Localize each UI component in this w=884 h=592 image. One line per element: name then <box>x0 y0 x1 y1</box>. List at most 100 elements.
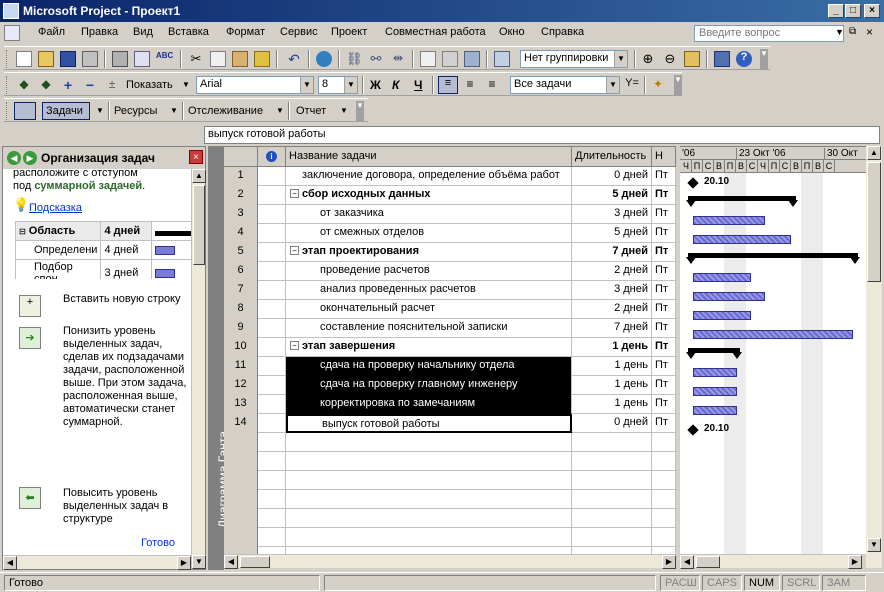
start-cell[interactable]: Пт <box>652 414 676 433</box>
save-icon[interactable] <box>60 51 76 67</box>
row-number[interactable]: 13 <box>224 395 258 414</box>
start-cell[interactable]: Пт <box>652 338 676 357</box>
table-row[interactable] <box>224 547 676 554</box>
row-number[interactable]: 8 <box>224 300 258 319</box>
menu-tools[interactable]: Сервис <box>280 26 318 38</box>
start-cell[interactable]: Пт <box>652 319 676 338</box>
promote-text[interactable]: Повысить уровень выделенных задач в стру… <box>63 487 187 526</box>
menu-project[interactable]: Проект <box>331 26 367 38</box>
maximize-button[interactable]: □ <box>845 4 861 18</box>
indicator-cell[interactable] <box>258 243 286 262</box>
row-number[interactable]: 9 <box>224 319 258 338</box>
scroll-right-icon[interactable]: ▶ <box>662 555 676 569</box>
scroll-thumb[interactable] <box>240 556 270 568</box>
row-number[interactable] <box>224 490 258 509</box>
hyperlink-globe-icon[interactable] <box>316 51 332 67</box>
start-cell[interactable]: Пт <box>652 224 676 243</box>
assign-resources-icon[interactable] <box>464 51 480 67</box>
start-cell[interactable] <box>652 547 676 554</box>
align-center-icon[interactable]: ≡ <box>462 77 478 93</box>
duration-cell[interactable]: 7 дней <box>572 319 652 338</box>
duration-cell[interactable] <box>572 528 652 547</box>
goto-task-icon[interactable] <box>684 51 700 67</box>
tasks-button[interactable]: Задачи <box>42 102 90 120</box>
underline-button[interactable]: Ч <box>414 78 422 92</box>
task-bar[interactable] <box>693 368 737 377</box>
zoom-out-icon[interactable]: ⊖ <box>662 51 678 67</box>
task-bar[interactable] <box>693 387 737 396</box>
task-name-cell[interactable] <box>286 490 572 509</box>
open-icon[interactable] <box>38 51 54 67</box>
indicator-cell[interactable] <box>258 395 286 414</box>
table-row[interactable]: 4 от смежных отделов 5 дней Пт <box>224 224 676 243</box>
row-number[interactable]: 1 <box>224 167 258 186</box>
scroll-thumb[interactable] <box>193 185 205 265</box>
duration-cell[interactable] <box>572 471 652 490</box>
table-row[interactable]: 12 сдача на проверку главному инженеру 1 д… <box>224 376 676 395</box>
task-name-cell[interactable] <box>286 509 572 528</box>
indicator-cell[interactable] <box>258 376 286 395</box>
scroll-down-icon[interactable]: ▼ <box>192 555 206 569</box>
italic-button[interactable]: К <box>392 78 399 92</box>
table-row[interactable]: 2 − сбор исходных данных 5 дней Пт <box>224 186 676 205</box>
task-name-cell[interactable] <box>286 471 572 490</box>
task-name-cell[interactable]: заключение договора, определение объёма … <box>286 167 572 186</box>
chevron-down-icon[interactable]: ▼ <box>300 77 313 93</box>
task-bar[interactable] <box>693 273 751 282</box>
task-name-cell[interactable]: анализ проведенных расчетов <box>286 281 572 300</box>
indicator-cell[interactable] <box>258 338 286 357</box>
indicator-cell[interactable] <box>258 414 286 433</box>
link-tasks-icon[interactable]: ⛓ <box>346 51 363 67</box>
task-name-cell[interactable]: сдача на проверку главному инженеру <box>286 376 572 395</box>
row-number[interactable]: 14 <box>224 414 258 433</box>
collapse-icon[interactable]: − <box>290 341 299 350</box>
restore-doc-icon[interactable]: ⧉ <box>849 26 856 37</box>
task-bar[interactable] <box>693 235 791 244</box>
done-link[interactable]: Готово <box>141 537 175 550</box>
entry-field[interactable]: выпуск готовой работы <box>204 126 880 144</box>
menu-collaborate[interactable]: Совместная работа <box>385 26 486 38</box>
chevron-down-icon[interactable]: ▼ <box>182 80 190 89</box>
scroll-left-icon[interactable]: ◀ <box>680 555 694 569</box>
arrow-right-icon[interactable]: ◆ <box>38 77 54 93</box>
start-cell[interactable] <box>652 433 676 452</box>
scroll-left-icon[interactable]: ◀ <box>3 556 17 570</box>
start-cell[interactable]: Пт <box>652 262 676 281</box>
milestone-marker[interactable] <box>687 424 699 436</box>
toolbar-options-icon[interactable]: ▼ <box>760 49 768 69</box>
start-cell[interactable]: Пт <box>652 357 676 376</box>
task-name-cell[interactable]: от заказчика <box>286 205 572 224</box>
duration-cell[interactable]: 7 дней <box>572 243 652 262</box>
menu-window[interactable]: Окно <box>499 26 525 38</box>
duration-cell[interactable] <box>572 433 652 452</box>
table-row[interactable] <box>224 509 676 528</box>
task-bar[interactable] <box>693 330 853 339</box>
table-row[interactable]: 11 сдача на проверку начальнику отдела 1 д… <box>224 357 676 376</box>
row-number[interactable]: 7 <box>224 281 258 300</box>
indicator-cell[interactable] <box>258 490 286 509</box>
minus-icon[interactable]: − <box>82 77 98 93</box>
task-name-cell[interactable]: − сбор исходных данных <box>286 186 572 205</box>
duration-cell[interactable]: 3 дней <box>572 281 652 300</box>
bold-button[interactable]: Ж <box>370 78 381 92</box>
row-number[interactable] <box>224 433 258 452</box>
row-number[interactable]: 2 <box>224 186 258 205</box>
paste-icon[interactable] <box>232 51 248 67</box>
scroll-thumb[interactable] <box>867 162 881 282</box>
task-name-cell[interactable]: окончательный расчет <box>286 300 572 319</box>
duration-cell[interactable] <box>572 452 652 471</box>
forward-icon[interactable]: ▶ <box>23 151 37 165</box>
preview-icon[interactable] <box>134 51 150 67</box>
collapse-icon[interactable]: − <box>290 246 299 255</box>
main-vscrollbar[interactable]: ▲ ▼ <box>866 146 882 568</box>
start-cell[interactable] <box>652 452 676 471</box>
task-name-header[interactable]: Название задачи <box>286 147 572 167</box>
table-row[interactable]: 7 анализ проведенных расчетов 3 дней Пт <box>224 281 676 300</box>
start-cell[interactable] <box>652 509 676 528</box>
scroll-down-icon[interactable]: ▼ <box>867 538 881 552</box>
summary-bar[interactable] <box>688 196 796 201</box>
duration-cell[interactable]: 1 день <box>572 338 652 357</box>
table-row[interactable]: 13 корректировка по замечаниям 1 день Пт <box>224 395 676 414</box>
indicator-cell[interactable] <box>258 167 286 186</box>
task-name-cell[interactable] <box>286 433 572 452</box>
